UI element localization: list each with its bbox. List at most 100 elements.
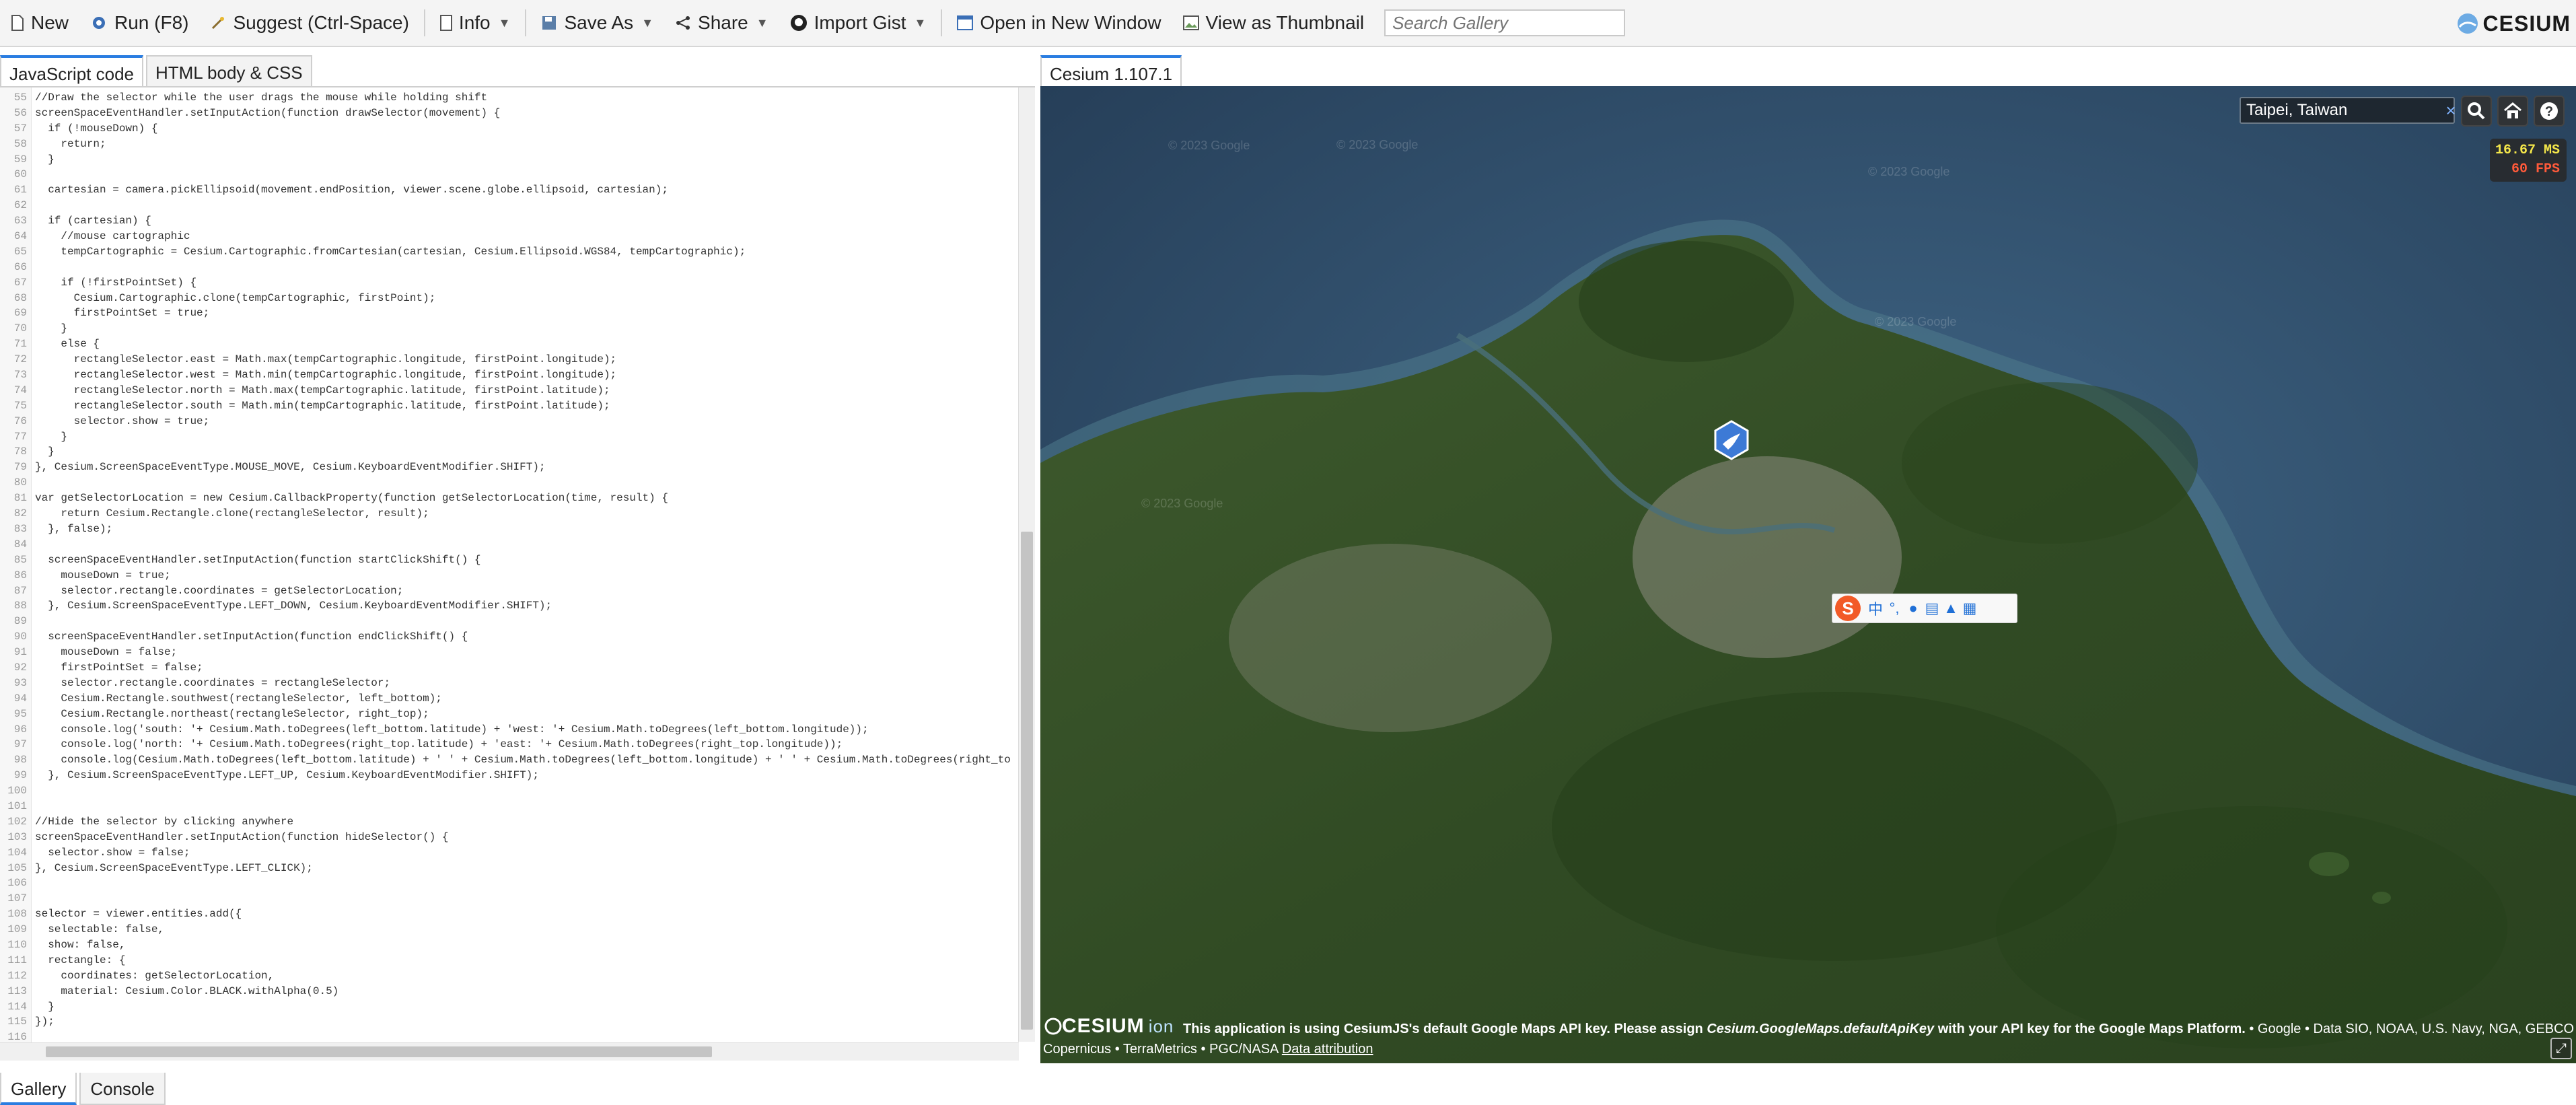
code-line[interactable]: 64 //mouse cartographic [0,229,1016,244]
code-text[interactable]: screenSpaceEventHandler.setInputAction(f… [32,629,468,645]
code-line[interactable]: 110 show: false, [0,937,1016,953]
code-line[interactable]: 84 [0,537,1016,552]
code-text[interactable]: else { [32,336,100,352]
code-line[interactable]: 62 [0,198,1016,213]
cesium-ion-logo[interactable]: CESIUM ion [1044,1015,1174,1038]
code-line[interactable]: 57 if (!mouseDown) { [0,121,1016,137]
code-text[interactable]: selector = viewer.entities.add({ [32,906,242,922]
save-as-button[interactable]: Save As ▼ [530,6,664,40]
viewer-tab[interactable]: Cesium 1.107.1 [1040,55,1182,87]
code-line[interactable]: 56 screenSpaceEventHandler.setInputAction… [0,106,1016,121]
code-text[interactable]: Cesium.Rectangle.northeast(rectangleSele… [32,707,429,722]
code-text[interactable]: } [32,321,67,336]
code-text[interactable]: } [32,152,55,168]
code-line[interactable]: 104 selector.show = false; [0,845,1016,861]
code-text[interactable]: console.log('north: '+ Cesium.Math.toDeg… [32,737,843,752]
code-text[interactable]: show: false, [32,937,125,953]
code-text[interactable]: console.log('south: '+ Cesium.Math.toDeg… [32,722,868,738]
code-line[interactable]: 85 screenSpaceEventHandler.setInputActio… [0,552,1016,568]
horizontal-scroll-thumb[interactable] [46,1046,712,1057]
tab-html-body-css[interactable]: HTML body & CSS [145,55,312,87]
home-button[interactable] [2497,96,2528,127]
code-editor[interactable]: 55 //Draw the selector while the user dra… [0,86,1035,1061]
code-line[interactable]: 87 selector.rectangle.coordinates = getS… [0,583,1016,599]
code-text[interactable] [32,783,35,799]
code-line[interactable]: 101 [0,799,1016,814]
code-text[interactable]: } [32,429,67,445]
code-text[interactable]: }, Cesium.ScreenSpaceEventType.LEFT_CLIC… [32,861,313,876]
code-line[interactable]: 58 return; [0,137,1016,152]
info-button[interactable]: Info ▼ [429,6,522,40]
code-line[interactable]: 98 console.log(Cesium.Math.toDegrees(lef… [0,752,1016,768]
code-line[interactable]: 97 console.log('north: '+ Cesium.Math.to… [0,737,1016,752]
tab-console[interactable]: Console [79,1073,166,1105]
code-text[interactable]: //Draw the selector while the user drags… [32,90,487,106]
code-text[interactable]: return Cesium.Rectangle.clone(rectangleS… [32,506,429,522]
code-text[interactable]: material: Cesium.Color.BLACK.withAlpha(0… [32,984,338,999]
code-line[interactable]: 67 if (!firstPointSet) { [0,275,1016,291]
code-line[interactable]: 72 rectangleSelector.east = Math.max(tem… [0,352,1016,367]
view-thumbnail-button[interactable]: View as Thumbnail [1172,6,1375,40]
chinese-mode-icon[interactable]: 中 [1866,598,1885,619]
code-text[interactable] [32,167,35,182]
geocoder-input[interactable]: Taipei, Taiwan [2240,97,2455,124]
code-line[interactable]: 69 firstPointSet = true; [0,306,1016,321]
keyboard-icon[interactable]: ▤ [1923,600,1941,617]
code-line[interactable]: 86 mouseDown = true; [0,568,1016,583]
code-line[interactable]: 114 } [0,999,1016,1015]
skin-icon[interactable]: ▲ [1941,600,1960,617]
code-line[interactable]: 106 [0,876,1016,891]
code-lines[interactable]: 55 //Draw the selector while the user dra… [0,90,1016,1061]
tab-javascript-code[interactable]: JavaScript code [0,55,143,87]
code-line[interactable]: 78 } [0,444,1016,460]
code-line[interactable]: 79}, Cesium.ScreenSpaceEventType.MOUSE_M… [0,460,1016,475]
code-text[interactable]: selector.rectangle.coordinates = getSele… [32,583,403,599]
code-line[interactable]: 55 //Draw the selector while the user dra… [0,90,1016,106]
code-line[interactable]: 63 if (cartesian) { [0,213,1016,229]
code-text[interactable] [32,799,35,814]
code-text[interactable]: }, Cesium.ScreenSpaceEventType.MOUSE_MOV… [32,460,546,475]
code-line[interactable]: 73 rectangleSelector.west = Math.min(tem… [0,367,1016,383]
code-line[interactable]: 61 cartesian = camera.pickEllipsoid(move… [0,182,1016,198]
code-line[interactable]: 94 Cesium.Rectangle.southwest(rectangleS… [0,691,1016,707]
code-text[interactable] [32,537,35,552]
code-text[interactable]: screenSpaceEventHandler.setInputAction(f… [32,106,500,121]
code-line[interactable]: 113 material: Cesium.Color.BLACK.withAlp… [0,984,1016,999]
grid-menu-icon[interactable]: ▦ [1960,600,1979,617]
code-text[interactable]: var getSelectorLocation = new Cesium.Cal… [32,491,668,506]
code-text[interactable]: }, Cesium.ScreenSpaceEventType.LEFT_UP, … [32,768,539,783]
code-text[interactable]: selector.show = true; [32,414,210,429]
code-text[interactable]: }, Cesium.ScreenSpaceEventType.LEFT_DOWN… [32,598,552,614]
code-text[interactable]: rectangleSelector.north = Math.max(tempC… [32,383,610,398]
code-text[interactable]: rectangle: { [32,953,125,968]
code-line[interactable]: 111 rectangle: { [0,953,1016,968]
ime-logo-icon[interactable]: S [1835,596,1861,621]
search-gallery-input[interactable] [1384,9,1626,36]
code-text[interactable]: console.log(Cesium.Math.toDegrees(left_b… [32,752,1010,768]
code-text[interactable]: rectangleSelector.south = Math.min(tempC… [32,398,610,414]
microphone-icon[interactable]: ● [1904,600,1923,617]
code-line[interactable]: 82 return Cesium.Rectangle.clone(rectang… [0,506,1016,522]
code-line[interactable]: 105}, Cesium.ScreenSpaceEventType.LEFT_C… [0,861,1016,876]
code-text[interactable]: tempCartographic = Cesium.Cartographic.f… [32,244,746,260]
code-line[interactable]: 81 var getSelectorLocation = new Cesium.C… [0,491,1016,506]
code-text[interactable]: }, false); [32,522,112,537]
punctuation-icon[interactable]: °, [1885,600,1904,617]
cesium-brand-logo[interactable]: CESIUM [2456,8,2571,39]
code-line[interactable]: 88 }, Cesium.ScreenSpaceEventType.LEFT_D… [0,598,1016,614]
code-text[interactable]: Cesium.Rectangle.southwest(rectangleSele… [32,691,442,707]
satellite-map[interactable]: © 2023 Google © 2023 Google © 2023 Googl… [1040,86,2576,1063]
code-text[interactable]: cartesian = camera.pickEllipsoid(movemen… [32,182,668,198]
editor-vertical-scrollbar[interactable] [1018,87,1035,1042]
code-text[interactable]: firstPointSet = true; [32,306,210,321]
code-text[interactable] [32,260,35,275]
code-line[interactable]: 71 else { [0,336,1016,352]
code-line[interactable]: 65 tempCartographic = Cesium.Cartographi… [0,244,1016,260]
code-line[interactable]: 66 [0,260,1016,275]
code-line[interactable]: 107 [0,891,1016,906]
code-line[interactable]: 75 rectangleSelector.south = Math.min(te… [0,398,1016,414]
code-line[interactable]: 102 //Hide the selector by clicking anywh… [0,814,1016,830]
code-line[interactable]: 100 [0,783,1016,799]
open-new-window-button[interactable]: Open in New Window [946,6,1172,40]
code-line[interactable]: 96 console.log('south: '+ Cesium.Math.to… [0,722,1016,738]
